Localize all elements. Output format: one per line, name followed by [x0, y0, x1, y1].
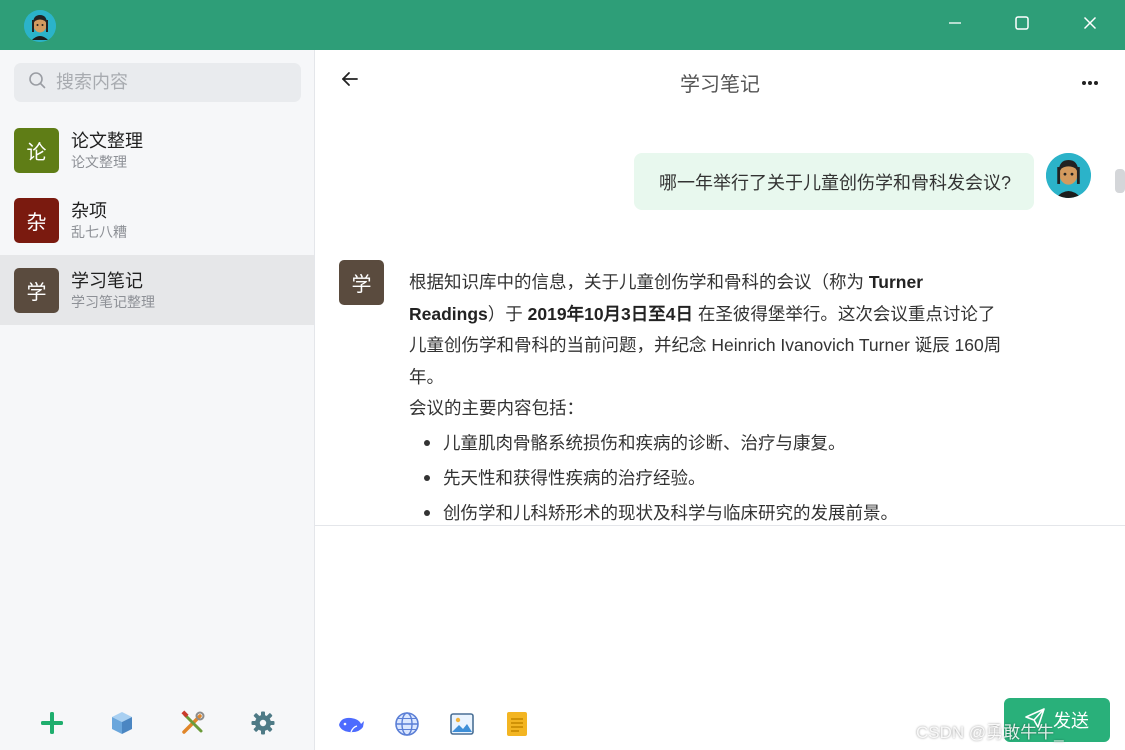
conversation-subtitle: 乱七八糟: [71, 223, 127, 240]
search-icon: [28, 71, 46, 94]
assistant-avatar: 学: [339, 260, 384, 305]
whale-model-icon[interactable]: [337, 710, 365, 738]
watermark: CSDN @勇敢牛牛_: [916, 723, 1064, 742]
user-message-bubble: 哪一年举行了关于儿童创伤学和骨科发会议?: [634, 153, 1034, 210]
chat-panel: 学习笔记 哪一年举行了关于儿童创伤学和骨科发会议? 学 根据知识库中的信息，关于…: [315, 50, 1125, 750]
conversation-badge: 论: [14, 127, 59, 173]
cube-icon[interactable]: [107, 708, 137, 738]
list-item: 先天性和获得性疾病的治疗经验。: [409, 461, 1009, 496]
close-button[interactable]: [1060, 0, 1120, 50]
sidebar-footer: [0, 700, 314, 750]
globe-web-icon[interactable]: [393, 710, 421, 738]
assistant-bullet-list: 儿童肌肉骨骼系统损伤和疾病的诊断、治疗与康复。 先天性和获得性疾病的治疗经验。 …: [409, 426, 1009, 526]
assistant-paragraph: 会议的主要内容包括：: [409, 398, 584, 418]
message-input[interactable]: [315, 526, 1125, 691]
assistant-paragraph: 根据知识库中的信息，关于儿童创伤学和骨科的会议（称为 Turner Readin…: [409, 272, 1002, 387]
app-avatar-icon[interactable]: [24, 10, 56, 42]
close-icon: [1083, 16, 1097, 35]
more-horizontal-icon: [1081, 73, 1099, 91]
user-message-text: 哪一年举行了关于儿童创伤学和骨科发会议?: [659, 172, 1012, 193]
search-box[interactable]: [14, 63, 301, 102]
chat-title: 学习笔记: [680, 74, 760, 96]
search-input[interactable]: [56, 72, 276, 93]
conversation-subtitle: 学习笔记整理: [71, 293, 155, 310]
conversation-subtitle: 论文整理: [71, 153, 127, 170]
conversation-item-xuexi[interactable]: 学 学习笔记 学习笔记整理: [0, 255, 314, 325]
message-list[interactable]: 哪一年举行了关于儿童创伤学和骨科发会议? 学 根据知识库中的信息，关于儿童创伤学…: [315, 112, 1125, 525]
conversation-title: 杂项: [71, 200, 107, 221]
image-icon[interactable]: [448, 710, 476, 738]
conversation-item-lunwen[interactable]: 论 论文整理 论文整理: [0, 115, 314, 185]
list-item: 创伤学和儿科矫形术的现状及科学与临床研究的发展前景。: [409, 496, 1009, 526]
minimize-icon: [948, 16, 962, 35]
more-options-button[interactable]: [1077, 70, 1103, 94]
conversation-title: 学习笔记: [71, 270, 143, 291]
assistant-message: 根据知识库中的信息，关于儿童创伤学和骨科的会议（称为 Turner Readin…: [409, 267, 1009, 525]
conversation-title: 论文整理: [71, 130, 143, 151]
conversation-badge: 学: [14, 267, 59, 313]
title-bar: [0, 0, 1125, 50]
maximize-button[interactable]: [992, 0, 1052, 50]
list-item: 儿童肌肉骨骼系统损伤和疾病的诊断、治疗与康复。: [409, 426, 1009, 461]
minimize-button[interactable]: [925, 0, 985, 50]
maximize-icon: [1014, 15, 1030, 36]
conversation-item-zaxiang[interactable]: 杂 杂项 乱七八糟: [0, 185, 314, 255]
user-avatar: [1046, 153, 1091, 198]
settings-gear-icon[interactable]: [248, 708, 278, 738]
chat-header: 学习笔记: [315, 50, 1125, 112]
tools-icon[interactable]: [178, 708, 208, 738]
sidebar: 论 论文整理 论文整理 杂 杂项 乱七八糟 学 学习笔记 学习笔记整理: [0, 50, 315, 750]
scrollbar-thumb[interactable]: [1115, 169, 1125, 193]
document-icon[interactable]: [503, 710, 531, 738]
conversation-badge: 杂: [14, 197, 59, 243]
add-icon[interactable]: [37, 708, 67, 738]
